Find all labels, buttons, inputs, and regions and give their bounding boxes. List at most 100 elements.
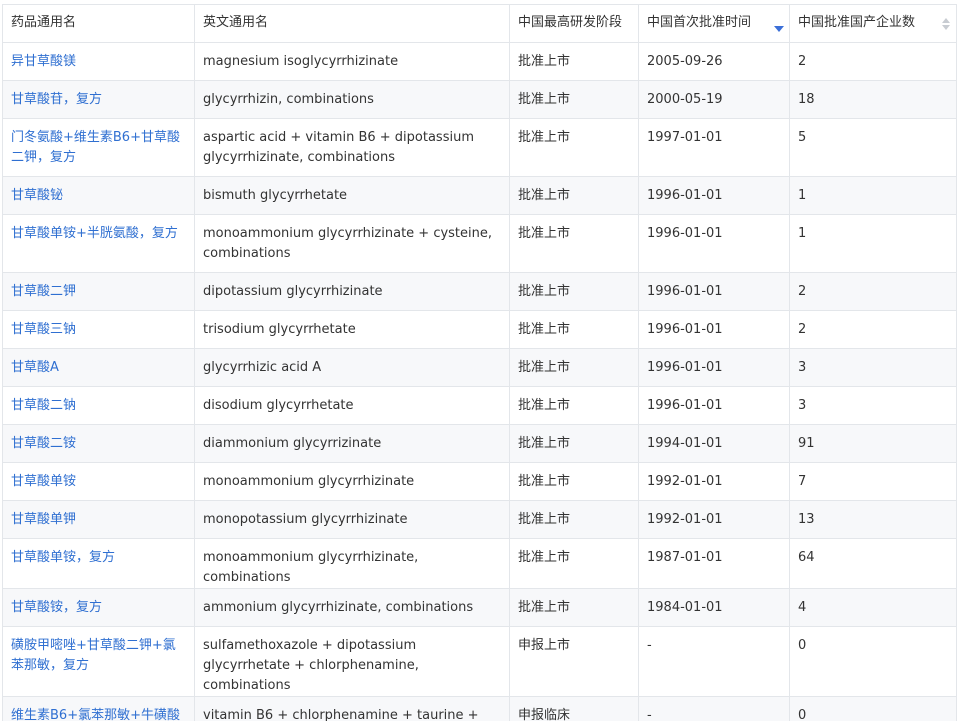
english-name-cell: diammonium glycyrrizinate [194,424,510,463]
english-name-cell: glycyrrhizic acid A [194,348,510,387]
company-count-cell: 18 [789,80,957,119]
drug-name-link[interactable]: 甘草酸三钠 [11,322,76,337]
rd-stage-cell: 申报上市 [509,626,639,697]
sort-icon[interactable] [942,18,950,30]
drug-name-link[interactable]: 门冬氨酸+维生素B6+甘草酸二钾，复方 [11,130,180,165]
header-approval-date-label: 中国首次批准时间 [647,15,752,30]
company-count-cell: 4 [789,588,957,627]
drug-name-cell: 甘草酸单铵 [2,462,195,501]
rd-stage-cell: 批准上市 [509,42,639,81]
header-approval-date[interactable]: 中国首次批准时间 [638,4,790,43]
english-name-cell: aspartic acid + vitamin B6 + dipotassium… [194,118,510,177]
approval-date-cell: 1992-01-01 [638,500,790,539]
drug-name-cell: 甘草酸三钠 [2,310,195,349]
english-name-cell: glycyrrhizin, combinations [194,80,510,119]
header-company-count[interactable]: 中国批准国产企业数 [789,4,957,43]
approval-date-cell: 1996-01-01 [638,348,790,387]
drug-name-cell: 甘草酸铵，复方 [2,588,195,627]
rd-stage-cell: 批准上市 [509,538,639,589]
drug-name-link[interactable]: 甘草酸A [11,360,59,375]
table-row: 甘草酸铵，复方 ammonium glycyrrhizinate, combina… [2,588,957,627]
drug-name-cell: 磺胺甲嘧唑+甘草酸二钾+氯苯那敏，复方 [2,626,195,697]
sort-desc-icon[interactable] [774,18,784,32]
table-row: 甘草酸A glycyrrhizic acid A 批准上市 1996-01-01 3 [2,348,957,387]
table-row: 甘草酸二钠 disodium glycyrrhetate 批准上市 1996-01-0… [2,386,957,425]
table-row: 甘草酸三钠 trisodium glycyrrhetate 批准上市 1996-01-… [2,310,957,349]
approval-date-cell: 1996-01-01 [638,386,790,425]
company-count-cell: 1 [789,176,957,215]
english-name-cell: magnesium isoglycyrrhizinate [194,42,510,81]
company-count-cell: 0 [789,696,957,721]
company-count-cell: 2 [789,310,957,349]
drug-name-link[interactable]: 甘草酸单铵+半胱氨酸，复方 [11,226,178,241]
approval-date-cell: - [638,626,790,697]
drug-name-cell: 甘草酸苷，复方 [2,80,195,119]
table-row: 甘草酸苷，复方 glycyrrhizin, combinations 批准上市 200… [2,80,957,119]
drug-name-link[interactable]: 维生素B6+氯苯那敏+牛磺酸+甘草酸二钾，复方 [11,708,180,721]
english-name-cell: vitamin B6 + chlorphenamine + taurine + … [194,696,510,721]
approval-date-cell: 2000-05-19 [638,80,790,119]
table-row: 门冬氨酸+维生素B6+甘草酸二钾，复方 aspartic acid + vitam… [2,118,957,177]
drug-name-cell: 甘草酸二钾 [2,272,195,311]
drug-name-link[interactable]: 甘草酸单铵，复方 [11,550,115,565]
table-row: 磺胺甲嘧唑+甘草酸二钾+氯苯那敏，复方 sulfamethoxazole + di… [2,626,957,697]
table-row: 甘草酸二铵 diammonium glycyrrizinate 批准上市 1994-0… [2,424,957,463]
english-name-cell: dipotassium glycyrrhizinate [194,272,510,311]
table-row: 异甘草酸镁 magnesium isoglycyrrhizinate 批准上市 200… [2,42,957,81]
approval-date-cell: 1996-01-01 [638,272,790,311]
company-count-cell: 3 [789,348,957,387]
drug-name-link[interactable]: 磺胺甲嘧唑+甘草酸二钾+氯苯那敏，复方 [11,638,176,673]
rd-stage-cell: 批准上市 [509,462,639,501]
drug-name-cell: 异甘草酸镁 [2,42,195,81]
rd-stage-cell: 批准上市 [509,386,639,425]
company-count-cell: 1 [789,214,957,273]
table-row: 甘草酸单钾 monopotassium glycyrrhizinate 批准上市 19… [2,500,957,539]
rd-stage-cell: 批准上市 [509,272,639,311]
table-body: 异甘草酸镁 magnesium isoglycyrrhizinate 批准上市 200… [2,42,957,721]
approval-date-cell: 1996-01-01 [638,214,790,273]
drug-name-link[interactable]: 甘草酸铋 [11,188,63,203]
header-rd-stage: 中国最高研发阶段 [509,4,639,43]
english-name-cell: monoammonium glycyrrhizinate, combinatio… [194,538,510,589]
company-count-cell: 5 [789,118,957,177]
drug-name-cell: 甘草酸二钠 [2,386,195,425]
drug-name-link[interactable]: 甘草酸二钠 [11,398,76,413]
header-company-count-label: 中国批准国产企业数 [798,15,916,30]
header-drug-name: 药品通用名 [2,4,195,43]
drug-name-link[interactable]: 异甘草酸镁 [11,54,76,69]
table-row: 维生素B6+氯苯那敏+牛磺酸+甘草酸二钾，复方 vitamin B6 + chlo… [2,696,957,721]
rd-stage-cell: 批准上市 [509,214,639,273]
rd-stage-cell: 批准上市 [509,588,639,627]
company-count-cell: 2 [789,272,957,311]
drug-name-cell: 甘草酸A [2,348,195,387]
drug-name-link[interactable]: 甘草酸单钾 [11,512,76,527]
english-name-cell: monoammonium glycyrrhizinate + cysteine,… [194,214,510,273]
rd-stage-cell: 批准上市 [509,500,639,539]
english-name-cell: monopotassium glycyrrhizinate [194,500,510,539]
english-name-cell: sulfamethoxazole + dipotassium glycyrrhe… [194,626,510,697]
drug-name-link[interactable]: 甘草酸单铵 [11,474,76,489]
approval-date-cell: 1996-01-01 [638,176,790,215]
approval-date-cell: - [638,696,790,721]
approval-date-cell: 1994-01-01 [638,424,790,463]
english-name-cell: ammonium glycyrrhizinate, combinations [194,588,510,627]
drug-name-link[interactable]: 甘草酸铵，复方 [11,600,102,615]
drug-name-cell: 维生素B6+氯苯那敏+牛磺酸+甘草酸二钾，复方 [2,696,195,721]
rd-stage-cell: 批准上市 [509,310,639,349]
approval-date-cell: 1997-01-01 [638,118,790,177]
drug-name-link[interactable]: 甘草酸二铵 [11,436,76,451]
drug-name-link[interactable]: 甘草酸苷，复方 [11,92,102,107]
table-row: 甘草酸单铵+半胱氨酸，复方 monoammonium glycyrrhizinat… [2,214,957,273]
company-count-cell: 2 [789,42,957,81]
approval-date-cell: 1987-01-01 [638,538,790,589]
rd-stage-cell: 申报临床 [509,696,639,721]
table-row: 甘草酸单铵，复方 monoammonium glycyrrhizinate, co… [2,538,957,589]
drug-name-cell: 甘草酸单铵+半胱氨酸，复方 [2,214,195,273]
drug-name-link[interactable]: 甘草酸二钾 [11,284,76,299]
rd-stage-cell: 批准上市 [509,348,639,387]
rd-stage-cell: 批准上市 [509,118,639,177]
table-header: 药品通用名 英文通用名 中国最高研发阶段 中国首次批准时间 中国批准国产企业数 [2,4,957,43]
header-english-name: 英文通用名 [194,4,510,43]
company-count-cell: 7 [789,462,957,501]
approval-date-cell: 1992-01-01 [638,462,790,501]
